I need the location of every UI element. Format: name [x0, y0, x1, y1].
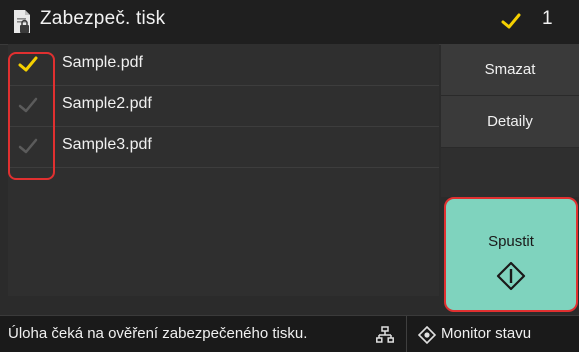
side-blank-area: [441, 148, 579, 197]
selected-count: 1: [542, 8, 553, 29]
details-button[interactable]: Detaily: [441, 96, 579, 148]
start-diamond-icon: [496, 261, 526, 291]
delete-button[interactable]: Smazat: [441, 44, 579, 96]
file-list: Sample.pdf Sample2.pdf Sample3.pdf: [8, 44, 439, 296]
list-item[interactable]: Sample3.pdf: [8, 126, 439, 168]
start-button[interactable]: Spustit: [444, 197, 578, 312]
check-icon: [501, 13, 521, 29]
secure-print-screen: Zabezpeč. tisk 1 Sample.pdf Sample2.pdf …: [0, 0, 579, 352]
list-item[interactable]: Sample2.pdf: [8, 85, 439, 127]
file-name: Sample.pdf: [62, 54, 143, 71]
network-icon: [376, 326, 394, 343]
status-monitor-button[interactable]: Monitor stavu: [441, 325, 531, 342]
file-name: Sample3.pdf: [62, 136, 152, 153]
start-button-label: Spustit: [488, 233, 534, 250]
status-bar: Úloha čeká na ověření zabezpečeného tisk…: [0, 315, 579, 352]
page-title: Zabezpeč. tisk: [40, 8, 166, 29]
document-lock-icon: [14, 10, 30, 33]
header-bar: Zabezpeč. tisk 1: [0, 0, 579, 45]
monitor-status-icon[interactable]: [418, 326, 436, 344]
status-message: Úloha čeká na ověření zabezpečeného tisk…: [8, 325, 308, 342]
checkbox-column-highlight: [8, 52, 55, 180]
status-divider: [406, 316, 407, 352]
list-item[interactable]: Sample.pdf: [8, 44, 439, 86]
file-name: Sample2.pdf: [62, 95, 152, 112]
